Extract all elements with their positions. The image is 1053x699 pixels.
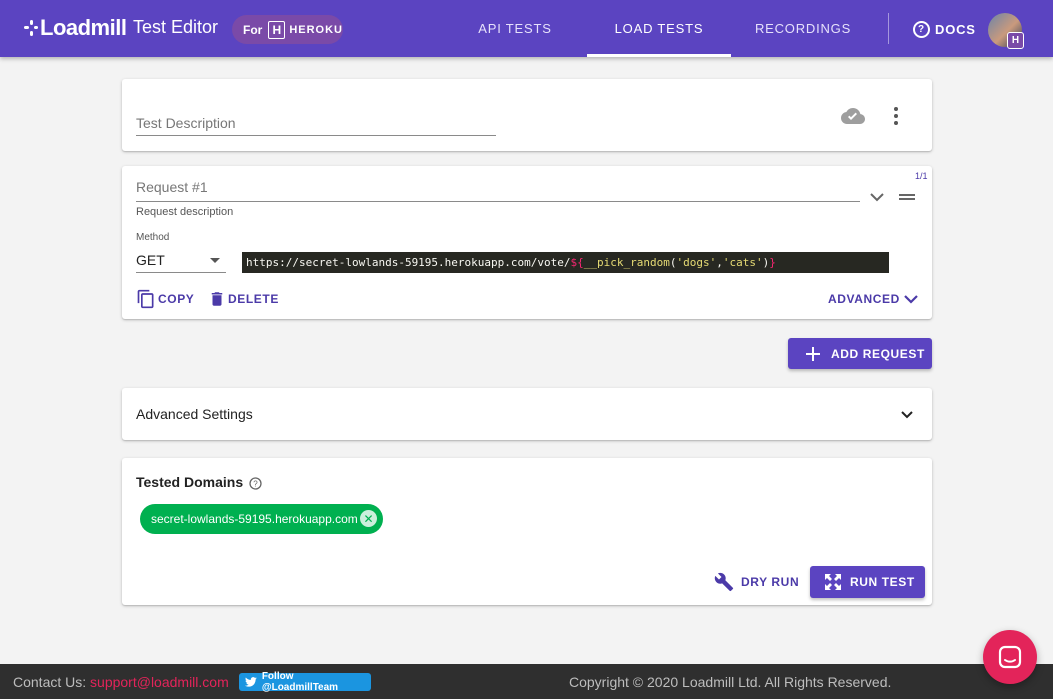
trash-icon (211, 292, 223, 306)
heroku-logo-icon: H (268, 20, 286, 39)
url-param-close: } (769, 256, 776, 269)
test-description-input[interactable]: Test Description (136, 115, 236, 131)
run-test-label: RUN TEST (850, 575, 915, 589)
tab-recordings[interactable]: RECORDINGS (731, 0, 875, 57)
contact-label: Contact Us: (13, 674, 87, 690)
run-load-icon (825, 574, 841, 590)
docs-label: DOCS (935, 21, 976, 37)
method-dropdown-icon[interactable] (208, 254, 222, 266)
domain-chip-label: secret-lowlands-59195.herokuapp.com (151, 512, 358, 526)
request-url-input[interactable]: https://secret-lowlands-59195.herokuapp.… (242, 252, 889, 273)
heroku-avatar-badge: H (1007, 32, 1024, 49)
chat-icon (998, 645, 1022, 669)
copyright-text: Copyright © 2020 Loadmill Ltd. All Right… (569, 674, 892, 690)
docs-link[interactable]: ? DOCS (913, 19, 976, 39)
copy-label: COPY (158, 292, 195, 306)
twitter-follow-label: Follow @LoadmillTeam (261, 671, 339, 693)
collapse-chevron-icon[interactable] (868, 188, 886, 206)
dry-run-button[interactable]: DRY RUN (714, 571, 799, 593)
advanced-settings-title: Advanced Settings (136, 406, 253, 422)
chat-launcher-button[interactable] (983, 630, 1037, 684)
nav-divider (888, 13, 889, 44)
delete-button[interactable]: DELETE (208, 288, 279, 310)
method-underline (136, 272, 226, 273)
help-circle-icon: ? (913, 20, 930, 38)
test-description-card: Test Description (122, 79, 932, 151)
url-arg-2: 'cats' (722, 256, 763, 269)
remove-domain-icon[interactable]: ✕ (360, 510, 377, 527)
test-description-underline (136, 135, 496, 136)
twitter-follow-button[interactable]: Follow @LoadmillTeam (239, 671, 371, 693)
logo-text: Loadmill (40, 15, 127, 40)
delete-label: DELETE (228, 292, 279, 306)
advanced-label: ADVANCED (828, 292, 900, 306)
tested-domains-card: Tested Domains ? secret-lowlands-59195.h… (122, 458, 932, 605)
footer-contact: Contact Us: support@loadmill.com (13, 674, 229, 690)
top-app-bar: Loadmill Test Editor For H HEROKU API TE… (0, 0, 1053, 57)
url-prefix: https://secret-lowlands-59195.herokuapp.… (246, 256, 571, 269)
url-paren-open: ( (669, 256, 677, 269)
heroku-badge: For H HEROKU (232, 15, 343, 44)
svg-text:?: ? (253, 479, 258, 488)
tested-domains-title: Tested Domains (136, 474, 244, 490)
request-description-label[interactable]: Request description (136, 206, 233, 218)
copy-icon (137, 289, 154, 309)
request-card: 1/1 Request #1 Request description Metho… (122, 166, 932, 319)
cloud-save-icon[interactable] (840, 105, 866, 127)
url-paren-close: ) (762, 256, 770, 269)
url-function: __pick_random (583, 256, 670, 269)
run-test-button[interactable]: RUN TEST (810, 566, 925, 598)
support-email-link[interactable]: support@loadmill.com (90, 674, 229, 690)
url-arg-1: 'dogs' (676, 256, 717, 269)
method-select-value[interactable]: GET (136, 252, 165, 268)
tab-api-tests[interactable]: API TESTS (443, 0, 587, 57)
dry-run-label: DRY RUN (741, 575, 800, 589)
app-title: Test Editor (133, 17, 219, 37)
heroku-badge-name: HEROKU (289, 23, 343, 36)
request-name-input[interactable]: Request #1 (136, 179, 208, 195)
request-counter: 1/1 (915, 171, 928, 181)
url-comma: , (716, 256, 723, 269)
user-avatar[interactable]: H (988, 13, 1024, 49)
tab-load-tests[interactable]: LOAD TESTS (587, 0, 731, 57)
loadmill-logo[interactable]: Loadmill (24, 15, 127, 40)
advanced-settings-panel[interactable]: Advanced Settings (122, 388, 932, 440)
page-footer: Contact Us: support@loadmill.com Follow … (0, 664, 1053, 699)
advanced-toggle-button[interactable]: ADVANCED (828, 288, 918, 310)
wrench-icon (714, 572, 734, 592)
heroku-badge-prefix: For (243, 22, 263, 37)
loadmill-spark-icon (24, 20, 38, 36)
help-icon[interactable]: ? (248, 476, 262, 490)
expand-chevron-icon[interactable] (898, 406, 916, 424)
plus-icon (806, 346, 820, 361)
add-request-button[interactable]: ADD REQUEST (788, 338, 932, 369)
add-request-label: ADD REQUEST (831, 346, 925, 361)
domain-chip: secret-lowlands-59195.herokuapp.com ✕ (140, 504, 383, 534)
more-options-icon[interactable] (888, 105, 904, 127)
chevron-down-icon (904, 294, 918, 304)
twitter-bird-icon (245, 677, 257, 687)
url-param-open: ${ (570, 256, 584, 269)
method-label: Method (136, 232, 170, 243)
drag-handle-icon[interactable] (898, 188, 916, 206)
request-name-underline (136, 201, 860, 202)
copy-button[interactable]: COPY (136, 288, 194, 310)
